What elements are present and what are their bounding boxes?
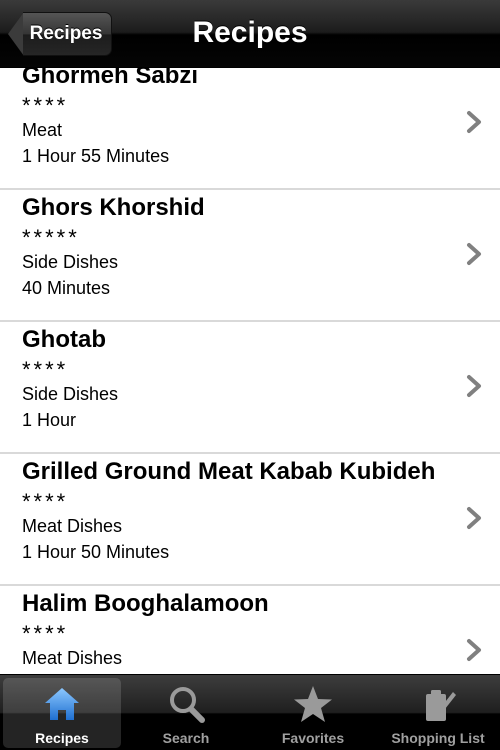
tab-label: Recipes	[35, 730, 89, 746]
recipe-time: 40 Minutes	[22, 278, 111, 298]
recipe-category: Side Dishes	[22, 384, 119, 404]
recipe-row[interactable]: Grilled Ground Meat Kabab Kubideh **** M…	[0, 454, 500, 586]
recipe-name: Ghors Khorshid	[22, 194, 205, 221]
recipe-list-content: Ghormeh Sabzi **** Meat 1 Hour 55 Minute…	[0, 68, 500, 674]
tab-bar: Recipes Search Favorites Shopping List	[0, 674, 500, 750]
chevron-right-icon	[467, 639, 481, 661]
page-title: Recipes	[192, 16, 308, 49]
tab-favorites[interactable]: Favorites	[254, 678, 372, 748]
house-icon	[45, 688, 79, 720]
chevron-right-icon	[467, 111, 481, 133]
recipe-time: 1 Hour 50 Minutes	[22, 542, 170, 562]
recipe-row[interactable]: Ghormeh Sabzi **** Meat 1 Hour 55 Minute…	[0, 68, 500, 190]
recipe-rating: ****	[22, 489, 69, 514]
navigation-bar: Recipes Recipes	[0, 0, 500, 68]
recipe-rating: *****	[22, 225, 80, 250]
recipe-row[interactable]: Halim Booghalamoon **** Meat Dishes	[0, 586, 500, 674]
tab-search[interactable]: Search	[127, 678, 245, 748]
tab-label: Search	[162, 730, 210, 746]
tab-label: Shopping List	[391, 730, 485, 746]
recipe-name: Ghotab	[22, 326, 106, 353]
chevron-right-icon	[467, 507, 481, 529]
chevron-right-icon	[467, 243, 481, 265]
recipe-rating: ****	[22, 621, 69, 646]
recipe-rating: ****	[22, 93, 69, 118]
tab-label: Favorites	[281, 730, 345, 746]
recipe-name: Halim Booghalamoon	[22, 590, 269, 617]
recipe-time: 1 Hour 55 Minutes	[22, 146, 170, 166]
tab-recipes[interactable]: Recipes	[3, 678, 121, 748]
recipe-row[interactable]: Ghors Khorshid ***** Side Dishes 40 Minu…	[0, 190, 500, 322]
recipe-name: Ghormeh Sabzi	[22, 68, 199, 89]
chevron-right-icon	[467, 375, 481, 397]
recipe-category: Meat Dishes	[22, 648, 123, 668]
recipe-time: 1 Hour	[22, 410, 77, 430]
tab-shopping-list[interactable]: Shopping List	[379, 678, 497, 748]
recipe-rating: ****	[22, 357, 69, 382]
shopping-list-icon	[426, 690, 456, 721]
magnifier-icon	[170, 687, 205, 723]
recipe-name: Grilled Ground Meat Kabab Kubideh	[22, 458, 436, 485]
recipe-list[interactable]: Ghormeh Sabzi **** Meat 1 Hour 55 Minute…	[0, 68, 500, 674]
recipe-row[interactable]: Ghotab **** Side Dishes 1 Hour	[0, 322, 500, 454]
star-icon	[294, 686, 332, 722]
recipe-category: Meat Dishes	[22, 516, 123, 536]
recipe-category: Meat	[22, 120, 63, 140]
recipe-category: Side Dishes	[22, 252, 119, 272]
